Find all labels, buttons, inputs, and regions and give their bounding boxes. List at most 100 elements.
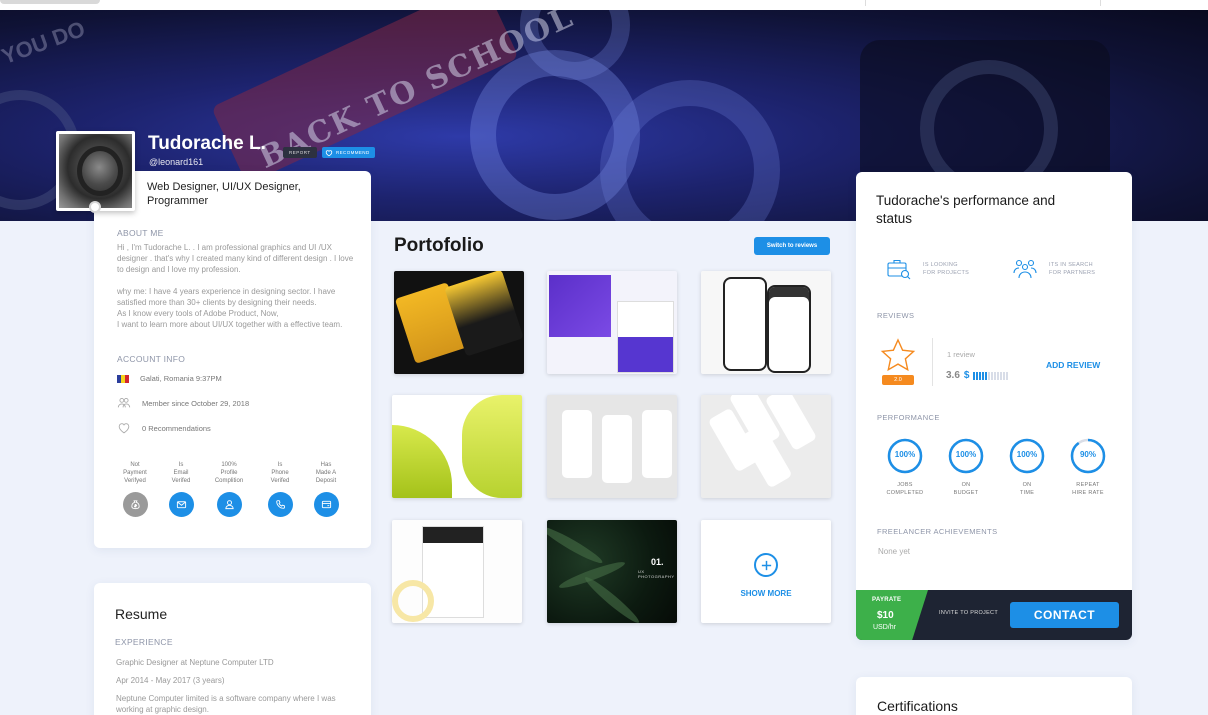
verification-deposit: Has Made A Deposit xyxy=(301,461,351,517)
leaf-decoration xyxy=(547,523,605,567)
certifications-card: Certifications xyxy=(856,677,1132,715)
job-period: Apr 2014 - May 2017 (3 years) xyxy=(116,676,225,685)
score-bar-segment xyxy=(1006,371,1009,380)
recommend-button[interactable]: RECOMMEND xyxy=(322,147,375,158)
recommend-label: RECOMMEND xyxy=(336,150,370,155)
contact-button[interactable]: CONTACT xyxy=(1010,602,1119,628)
phone-verification-button[interactable] xyxy=(267,492,293,517)
verification-email: Is Email Verifed xyxy=(156,461,206,517)
contact-bar: PAYRATE $10 USD/hr INVITE TO PROJECT CON… xyxy=(856,590,1132,640)
gauge-label: REPEAT HIRE RATE xyxy=(1072,482,1104,496)
profile-roles: Web Designer, UI/UX Designer, Programmer xyxy=(147,181,301,207)
achievements-heading: FREELANCER ACHIEVEMENTS xyxy=(877,527,998,536)
review-count: 1 review xyxy=(947,350,975,359)
top-bar-divider xyxy=(865,0,866,6)
score-bar-segment xyxy=(985,371,988,380)
gauge-value: 100% xyxy=(894,450,916,459)
account-info-heading: ACCOUNT INFO xyxy=(117,354,186,364)
payrate-label: PAYRATE xyxy=(872,597,902,603)
achievements-empty: None yet xyxy=(878,547,911,556)
score-bar-segment xyxy=(1003,371,1006,380)
reviews-divider xyxy=(932,338,933,386)
verification-label: Has Made A Deposit xyxy=(315,462,337,484)
briefcase-search-icon xyxy=(887,259,911,280)
payrate-value: $10 xyxy=(877,610,894,621)
add-review-link[interactable]: ADD REVIEW xyxy=(1046,360,1100,370)
deposit-verification-button[interactable] xyxy=(313,492,339,517)
cover-camera xyxy=(860,40,1110,198)
cover-text: YOU DO xyxy=(0,15,89,70)
gauge-value: 100% xyxy=(1016,450,1038,459)
gauge-label: ON BUDGET xyxy=(953,482,979,496)
profile-handle: @leonard161 xyxy=(149,157,204,167)
resume-title: Resume xyxy=(115,606,168,622)
portfolio-item[interactable] xyxy=(392,395,522,498)
heart-icon xyxy=(325,149,333,156)
email-verification-button[interactable] xyxy=(168,492,194,517)
status-text: IS LOOKING FOR PROJECTS xyxy=(923,262,970,276)
verification-label: Is Phone Verifed xyxy=(270,462,290,484)
portfolio-item[interactable] xyxy=(701,395,831,498)
profile-name: Tudorache L. xyxy=(148,133,266,154)
verification-phone: Is Phone Verifed xyxy=(255,461,305,517)
thumb-number: 01. xyxy=(651,557,664,567)
phone-icon xyxy=(275,500,285,509)
team-icon xyxy=(1013,259,1037,279)
profile-completion-button[interactable] xyxy=(216,492,242,517)
top-bar xyxy=(0,0,1208,10)
location-text: Galati, Romania 9:37PM xyxy=(140,374,222,383)
top-bar-divider xyxy=(1100,0,1101,6)
portfolio-title: Portofolio xyxy=(394,235,484,256)
top-bar-pill xyxy=(0,0,100,4)
verification-label: Not Payment Verifyed xyxy=(123,462,147,484)
show-more-label: SHOW MORE xyxy=(740,589,792,598)
verification-label: 100% Profile Complition xyxy=(214,462,244,484)
invite-to-project-button[interactable]: INVITE TO PROJECT xyxy=(939,610,998,616)
profile-card: Web Designer, UI/UX Designer, Programmer… xyxy=(94,171,371,548)
wallet-icon xyxy=(321,500,331,509)
performance-title: Tudorache's performance and status xyxy=(876,193,1056,226)
score-bar-segment xyxy=(973,371,976,380)
leaf-decoration xyxy=(581,573,643,623)
score-bar-segment xyxy=(979,371,982,380)
portfolio-item[interactable]: 01. UX PHOTOGRAPHY xyxy=(547,520,677,623)
verification-profile: 100% Profile Complition xyxy=(204,461,254,517)
status-text: ITS IN SEARCH FOR PARTNERS xyxy=(1049,262,1096,276)
portfolio-item[interactable] xyxy=(547,271,677,374)
gauge-value: 90% xyxy=(1079,450,1096,459)
performance-card: Tudorache's performance and status IS LO… xyxy=(856,172,1132,640)
money-bag-icon xyxy=(130,500,140,510)
score-bar-segment xyxy=(991,371,994,380)
payment-verification-button[interactable] xyxy=(122,492,148,517)
status-looking-for-projects: IS LOOKING FOR PROJECTS xyxy=(885,255,969,283)
gauge-on-time: 100% ON TIME xyxy=(1007,437,1047,497)
about-heading: ABOUT ME xyxy=(117,228,164,238)
thumb-caption: UX PHOTOGRAPHY xyxy=(638,569,675,579)
recommendations-row: 0 Recommendations xyxy=(117,421,211,435)
about-text: Hi , I'm Tudorache L. . I am professiona… xyxy=(117,243,354,329)
rating-badge: 2.0 xyxy=(882,375,914,385)
portfolio-item[interactable] xyxy=(547,395,677,498)
show-more-button[interactable]: SHOW MORE xyxy=(701,520,831,623)
avatar[interactable] xyxy=(56,131,135,213)
reviews-heading: REVIEWS xyxy=(877,311,915,320)
portfolio-item[interactable] xyxy=(394,271,524,374)
member-since-text: Member since October 29, 2018 xyxy=(142,398,250,408)
rating-star: 2.0 xyxy=(880,338,916,385)
portfolio-item[interactable] xyxy=(701,271,831,374)
switch-to-reviews-button[interactable]: Switch to reviews xyxy=(754,237,830,255)
online-status-dot xyxy=(89,201,101,213)
score-bar-segment xyxy=(976,371,979,380)
review-score: 3.6 $ xyxy=(946,370,1009,381)
plus-icon xyxy=(754,553,778,577)
gauge-value: 100% xyxy=(955,450,977,459)
score-bar-segment xyxy=(988,371,991,380)
verification-payment: Not Payment Verifyed xyxy=(110,461,160,517)
portfolio-item[interactable] xyxy=(392,520,522,623)
member-since-row: Member since October 29, 2018 xyxy=(117,396,249,410)
star-icon xyxy=(880,338,916,372)
certifications-title: Certifications xyxy=(877,698,958,714)
dollar-icon: $ xyxy=(963,370,970,381)
report-button[interactable]: REPORT xyxy=(283,147,317,158)
gauge-jobs-completed: 100% JOBS COMPLETED xyxy=(885,437,925,497)
